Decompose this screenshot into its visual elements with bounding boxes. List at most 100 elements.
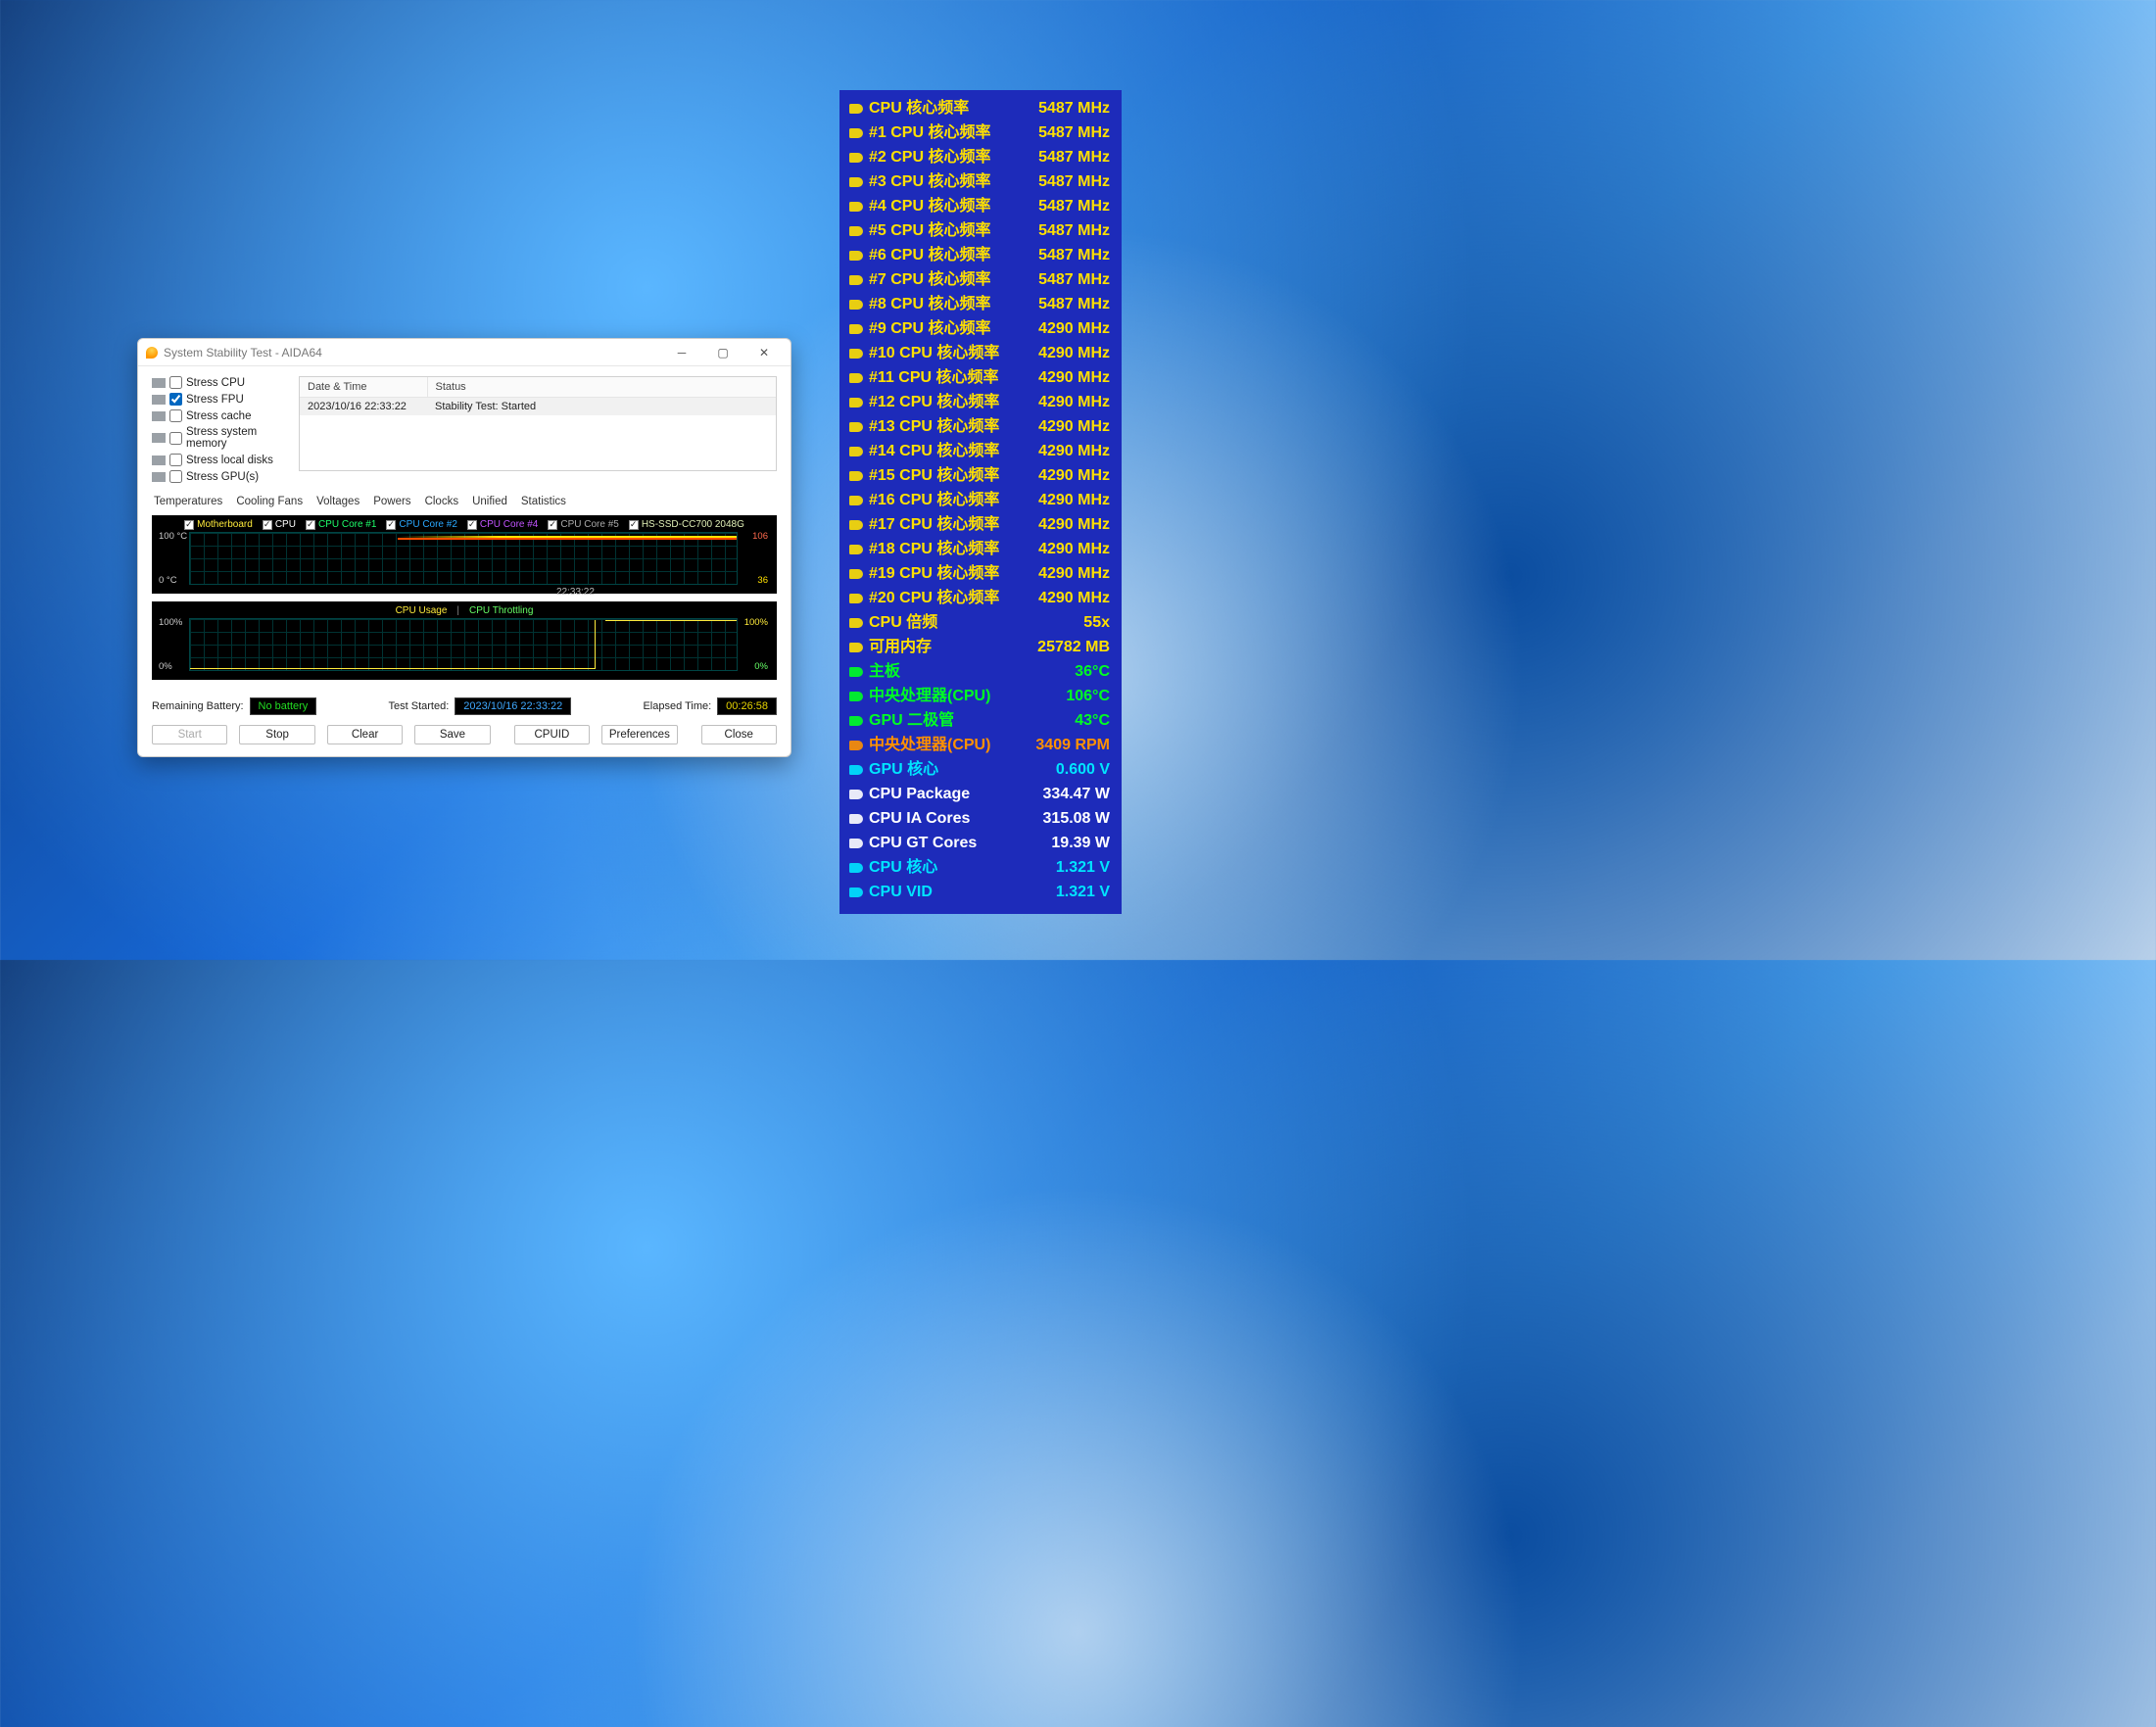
- log-status-cell: Stability Test: Started: [427, 398, 776, 416]
- elapsed-time-value: 00:26:58: [717, 697, 777, 715]
- osd-label: #3 CPU 核心频率: [869, 169, 1032, 194]
- window-title: System Stability Test - AIDA64: [164, 346, 661, 360]
- tab-unified[interactable]: Unified: [470, 494, 509, 511]
- tab-voltages[interactable]: Voltages: [314, 494, 361, 511]
- cache-icon: [152, 411, 166, 421]
- minimize-button[interactable]: ─: [661, 340, 702, 365]
- clear-button[interactable]: Clear: [327, 725, 403, 744]
- osd-row: #8 CPU 核心频率5487 MHz: [849, 292, 1110, 316]
- gpu-icon: [152, 472, 166, 482]
- stress-checkbox[interactable]: [169, 470, 182, 483]
- stress-checkbox[interactable]: [169, 432, 182, 445]
- legend-checkbox[interactable]: [467, 520, 477, 530]
- legend-item[interactable]: CPU Core #5: [548, 519, 618, 530]
- osd-value: 5487 MHz: [1038, 218, 1110, 243]
- osd-value: 4290 MHz: [1038, 316, 1110, 341]
- legend-item[interactable]: CPU Core #1: [306, 519, 376, 530]
- remaining-battery-label: Remaining Battery:: [152, 700, 244, 712]
- stress-checkbox[interactable]: [169, 393, 182, 406]
- osd-value: 4290 MHz: [1038, 414, 1110, 439]
- sensor-icon: [849, 545, 863, 554]
- close-window-button[interactable]: ✕: [743, 340, 785, 365]
- osd-label: #20 CPU 核心频率: [869, 586, 1032, 610]
- osd-label: #18 CPU 核心频率: [869, 537, 1032, 561]
- stress-option[interactable]: Stress system memory: [152, 426, 289, 450]
- legend-checkbox[interactable]: [184, 520, 194, 530]
- event-log: Date & Time Status 2023/10/16 22:33:22 S…: [299, 376, 777, 471]
- sensor-icon: [849, 275, 863, 285]
- preferences-button[interactable]: Preferences: [601, 725, 677, 744]
- osd-row: #13 CPU 核心频率4290 MHz: [849, 414, 1110, 439]
- sensor-icon: [849, 373, 863, 383]
- osd-label: #12 CPU 核心频率: [869, 390, 1032, 414]
- osd-label: #15 CPU 核心频率: [869, 463, 1032, 488]
- legend-checkbox[interactable]: [629, 520, 639, 530]
- osd-value: 334.47 W: [1043, 782, 1110, 806]
- stop-button[interactable]: Stop: [239, 725, 314, 744]
- legend-item[interactable]: CPU Core #4: [467, 519, 538, 530]
- sensor-icon: [849, 741, 863, 750]
- osd-value: 4290 MHz: [1038, 341, 1110, 365]
- sensor-icon: [849, 398, 863, 408]
- temp-y-top: 100 °C: [159, 531, 187, 542]
- legend-checkbox[interactable]: [306, 520, 315, 530]
- stress-checkbox[interactable]: [169, 409, 182, 422]
- legend-item[interactable]: HS-SSD-CC700 2048G: [629, 519, 744, 530]
- tab-temperatures[interactable]: Temperatures: [152, 494, 224, 511]
- legend-checkbox[interactable]: [548, 520, 557, 530]
- close-button[interactable]: Close: [701, 725, 777, 744]
- sensor-icon: [849, 202, 863, 212]
- legend-checkbox[interactable]: [263, 520, 272, 530]
- legend-cpu-usage: CPU Usage: [396, 605, 448, 616]
- legend-item[interactable]: CPU: [263, 519, 296, 530]
- tab-clocks[interactable]: Clocks: [423, 494, 461, 511]
- osd-panel: CPU 核心频率5487 MHz#1 CPU 核心频率5487 MHz#2 CP…: [839, 90, 1122, 914]
- stress-checkbox[interactable]: [169, 454, 182, 466]
- stress-option[interactable]: Stress CPU: [152, 376, 289, 389]
- titlebar[interactable]: System Stability Test - AIDA64 ─ ▢ ✕: [138, 339, 791, 366]
- osd-row: #14 CPU 核心频率4290 MHz: [849, 439, 1110, 463]
- osd-row: CPU IA Cores315.08 W: [849, 806, 1110, 831]
- log-header-status: Status: [427, 377, 776, 398]
- sensor-icon: [849, 814, 863, 824]
- tab-powers[interactable]: Powers: [371, 494, 412, 511]
- legend-checkbox[interactable]: [386, 520, 396, 530]
- legend-item[interactable]: Motherboard: [184, 519, 253, 530]
- stress-option[interactable]: Stress local disks: [152, 454, 289, 466]
- osd-row: CPU 核心1.321 V: [849, 855, 1110, 880]
- osd-value: 5487 MHz: [1038, 169, 1110, 194]
- tab-statistics[interactable]: Statistics: [519, 494, 568, 511]
- osd-label: #13 CPU 核心频率: [869, 414, 1032, 439]
- stress-option[interactable]: Stress GPU(s): [152, 470, 289, 483]
- osd-value: 4290 MHz: [1038, 488, 1110, 512]
- sensor-icon: [849, 251, 863, 261]
- stress-option[interactable]: Stress FPU: [152, 393, 289, 406]
- osd-label: CPU 核心频率: [869, 96, 1032, 120]
- osd-value: 3409 RPM: [1035, 733, 1110, 757]
- legend-item[interactable]: CPU Core #2: [386, 519, 456, 530]
- usage-readout-top: 100%: [744, 617, 768, 628]
- tab-cooling-fans[interactable]: Cooling Fans: [234, 494, 305, 511]
- cpuid-button[interactable]: CPUID: [514, 725, 590, 744]
- osd-value: 4290 MHz: [1038, 512, 1110, 537]
- osd-label: #6 CPU 核心频率: [869, 243, 1032, 267]
- stress-label: Stress cache: [186, 410, 251, 422]
- sensor-icon: [849, 863, 863, 873]
- usage-y-top: 100%: [159, 617, 182, 628]
- osd-row: #20 CPU 核心频率4290 MHz: [849, 586, 1110, 610]
- osd-label: #7 CPU 核心频率: [869, 267, 1032, 292]
- stress-option[interactable]: Stress cache: [152, 409, 289, 422]
- osd-value: 19.39 W: [1051, 831, 1110, 855]
- sensor-icon: [849, 643, 863, 652]
- osd-value: 5487 MHz: [1038, 120, 1110, 145]
- sensor-icon: [849, 104, 863, 114]
- temperature-graph: Motherboard CPU CPU Core #1 CPU Core #2 CPU …: [152, 515, 777, 594]
- stress-checkbox[interactable]: [169, 376, 182, 389]
- stress-label: Stress system memory: [186, 426, 289, 450]
- maximize-button[interactable]: ▢: [702, 340, 743, 365]
- log-time-cell: 2023/10/16 22:33:22: [300, 398, 427, 416]
- osd-row: #9 CPU 核心频率4290 MHz: [849, 316, 1110, 341]
- save-button[interactable]: Save: [414, 725, 490, 744]
- osd-row: 主板36°C: [849, 659, 1110, 684]
- osd-label: CPU VID: [869, 880, 1050, 904]
